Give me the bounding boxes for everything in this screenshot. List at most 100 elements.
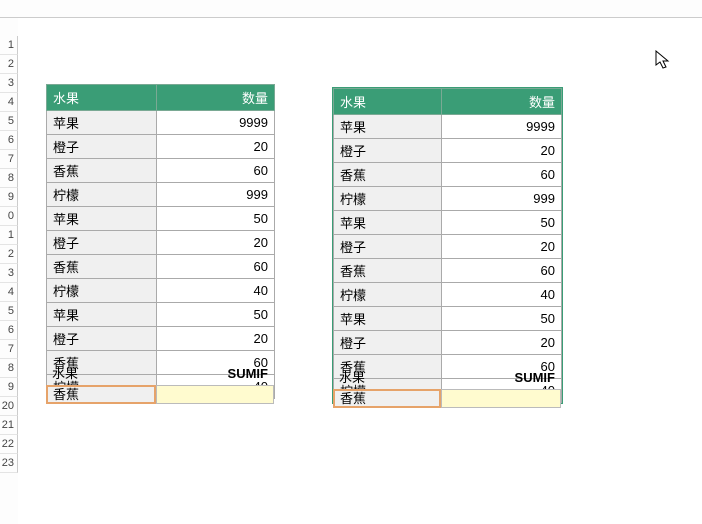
qty-cell[interactable]: 20: [157, 135, 275, 159]
table-row: 柠檬40: [334, 283, 562, 307]
fruit-cell[interactable]: 香蕉: [334, 259, 442, 283]
qty-cell[interactable]: 999: [157, 183, 275, 207]
fruit-cell[interactable]: 柠檬: [47, 279, 157, 303]
fruit-cell[interactable]: 柠檬: [334, 187, 442, 211]
qty-cell[interactable]: 60: [442, 259, 562, 283]
row-header[interactable]: 3: [0, 74, 18, 93]
table-row: 苹果50: [47, 207, 275, 231]
sumif-criteria-cell-left[interactable]: 香蕉: [46, 385, 156, 404]
table-row: 香蕉60: [334, 259, 562, 283]
table-row: 香蕉60: [47, 255, 275, 279]
footer-input-row-left: 香蕉: [46, 385, 274, 404]
table-row: 橙子20: [47, 135, 275, 159]
qty-cell[interactable]: 999: [442, 187, 562, 211]
fruit-cell[interactable]: 苹果: [47, 111, 157, 135]
row-header[interactable]: 4: [0, 93, 18, 112]
table-row: 水果 数量: [47, 85, 275, 111]
table-row: 水果 数量: [334, 89, 562, 115]
row-header[interactable]: 7: [0, 340, 18, 359]
footer-label-row-left: 水果 SUMIF: [46, 364, 274, 383]
table-row: 橙子20: [334, 139, 562, 163]
qty-cell[interactable]: 60: [157, 159, 275, 183]
fruit-cell[interactable]: 橙子: [47, 327, 157, 351]
row-header[interactable]: 1: [0, 226, 18, 245]
table-row: 柠檬999: [334, 187, 562, 211]
qty-cell[interactable]: 60: [157, 255, 275, 279]
qty-cell[interactable]: 20: [157, 231, 275, 255]
table-row: 香蕉60: [334, 163, 562, 187]
row-header[interactable]: 9: [0, 188, 18, 207]
qty-cell[interactable]: 20: [442, 139, 562, 163]
table-row: 苹果50: [334, 307, 562, 331]
row-header[interactable]: 6: [0, 131, 18, 150]
table-row: 橙子20: [334, 235, 562, 259]
qty-cell[interactable]: 50: [442, 307, 562, 331]
footer-label-row-right: 水果 SUMIF: [333, 368, 561, 387]
row-header[interactable]: 20: [0, 397, 18, 416]
qty-cell[interactable]: 20: [157, 327, 275, 351]
col-header-fruit[interactable]: 水果: [47, 85, 157, 111]
col-header-fruit[interactable]: 水果: [334, 89, 442, 115]
sumif-result-cell-right[interactable]: [441, 389, 561, 408]
fruit-cell[interactable]: 香蕉: [47, 159, 157, 183]
qty-cell[interactable]: 40: [442, 283, 562, 307]
qty-cell[interactable]: 20: [442, 331, 562, 355]
fruit-cell[interactable]: 橙子: [334, 331, 442, 355]
fruit-cell[interactable]: 苹果: [334, 211, 442, 235]
qty-cell[interactable]: 20: [442, 235, 562, 259]
row-header[interactable]: 22: [0, 435, 18, 454]
row-header[interactable]: 4: [0, 283, 18, 302]
fruit-cell[interactable]: 苹果: [47, 207, 157, 231]
row-header[interactable]: 23: [0, 454, 18, 473]
qty-cell[interactable]: 40: [157, 279, 275, 303]
table-row: 柠檬40: [47, 279, 275, 303]
fruit-cell[interactable]: 橙子: [47, 135, 157, 159]
row-header[interactable]: 5: [0, 112, 18, 131]
footer-fruit-label: 水果: [46, 364, 156, 383]
row-header[interactable]: 2: [0, 245, 18, 264]
sumif-result-cell-left[interactable]: [156, 385, 274, 404]
qty-cell[interactable]: 50: [157, 303, 275, 327]
fruit-cell[interactable]: 橙子: [334, 235, 442, 259]
data-table-left[interactable]: 水果 数量 苹果9999橙子20香蕉60柠檬999苹果50橙子20香蕉60柠檬4…: [46, 84, 275, 399]
row-header[interactable]: 7: [0, 150, 18, 169]
data-table-right[interactable]: 水果 数量 苹果9999橙子20香蕉60柠檬999苹果50橙子20香蕉60柠檬4…: [333, 88, 562, 403]
fruit-cell[interactable]: 苹果: [334, 307, 442, 331]
table-row: 柠檬999: [47, 183, 275, 207]
qty-cell[interactable]: 50: [157, 207, 275, 231]
qty-cell[interactable]: 9999: [442, 115, 562, 139]
row-header[interactable]: 3: [0, 264, 18, 283]
footer-sumif-label: SUMIF: [156, 364, 274, 383]
qty-cell[interactable]: 60: [442, 163, 562, 187]
sumif-criteria-cell-right[interactable]: 香蕉: [333, 389, 441, 408]
row-header[interactable]: 1: [0, 36, 18, 55]
fruit-cell[interactable]: 香蕉: [334, 163, 442, 187]
table-row: 橙子20: [334, 331, 562, 355]
fruit-cell[interactable]: 橙子: [334, 139, 442, 163]
row-header[interactable]: 0: [0, 207, 18, 226]
row-header[interactable]: 8: [0, 359, 18, 378]
row-header[interactable]: 2: [0, 55, 18, 74]
qty-cell[interactable]: 9999: [157, 111, 275, 135]
fruit-cell[interactable]: 香蕉: [47, 255, 157, 279]
footer-fruit-label: 水果: [333, 368, 441, 387]
sheet-area[interactable]: 水果 数量 苹果9999橙子20香蕉60柠檬999苹果50橙子20香蕉60柠檬4…: [18, 18, 702, 524]
row-header[interactable]: 21: [0, 416, 18, 435]
row-header[interactable]: 5: [0, 302, 18, 321]
table-row: 苹果50: [47, 303, 275, 327]
qty-cell[interactable]: 50: [442, 211, 562, 235]
fruit-cell[interactable]: 柠檬: [334, 283, 442, 307]
row-header[interactable]: 6: [0, 321, 18, 340]
table-row: 苹果9999: [334, 115, 562, 139]
row-headers: 123456789012345678920212223: [0, 36, 18, 473]
row-header[interactable]: 8: [0, 169, 18, 188]
row-header[interactable]: 9: [0, 378, 18, 397]
fruit-cell[interactable]: 苹果: [334, 115, 442, 139]
footer-input-row-right: 香蕉: [333, 389, 561, 408]
fruit-cell[interactable]: 苹果: [47, 303, 157, 327]
fruit-cell[interactable]: 柠檬: [47, 183, 157, 207]
col-header-qty[interactable]: 数量: [442, 89, 562, 115]
col-header-qty[interactable]: 数量: [157, 85, 275, 111]
table-row: 苹果50: [334, 211, 562, 235]
fruit-cell[interactable]: 橙子: [47, 231, 157, 255]
